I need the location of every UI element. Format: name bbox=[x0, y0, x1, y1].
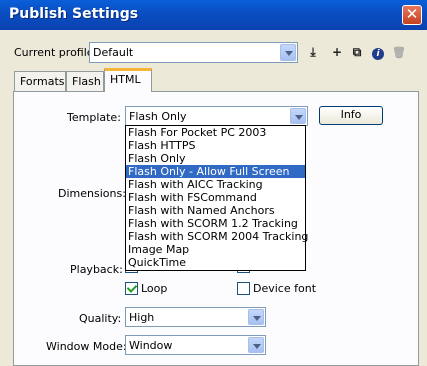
window-title: Publish Settings bbox=[9, 6, 139, 22]
tab-flash-label: Flash bbox=[72, 75, 101, 88]
profile-value: Default bbox=[93, 46, 134, 59]
close-button[interactable]: ✕ bbox=[402, 5, 422, 25]
list-item[interactable]: Flash with SCORM 1.2 Tracking bbox=[126, 217, 305, 230]
close-icon: ✕ bbox=[405, 5, 419, 23]
list-item[interactable]: Flash HTTPS bbox=[126, 139, 305, 152]
list-item[interactable]: Flash with SCORM 2004 Tracking bbox=[126, 230, 308, 243]
device-font-checkbox[interactable] bbox=[237, 282, 250, 295]
chevron-down-icon[interactable] bbox=[248, 309, 264, 325]
delete-profile-button[interactable]: 🗑 bbox=[390, 42, 408, 62]
dimensions-label: Dimensions: bbox=[58, 187, 126, 200]
list-item[interactable]: QuickTime bbox=[126, 256, 305, 269]
import-export-button[interactable]: ⤓ bbox=[304, 42, 322, 62]
window-mode-label: Window Mode: bbox=[46, 340, 127, 353]
window-mode-select[interactable]: Window bbox=[125, 335, 266, 355]
title-bar[interactable]: Publish Settings ✕ bbox=[0, 0, 427, 30]
tab-html[interactable]: HTML bbox=[104, 68, 152, 92]
publish-settings-dialog: Publish Settings ✕ Current profile: Defa… bbox=[0, 0, 427, 366]
profile-select[interactable]: Default bbox=[89, 42, 298, 63]
info-button[interactable]: Info bbox=[319, 106, 383, 125]
chevron-down-icon[interactable] bbox=[248, 337, 264, 353]
device-font-label: Device font bbox=[253, 282, 317, 295]
template-dropdown-list[interactable]: Flash For Pocket PC 2003 Flash HTTPS Fla… bbox=[125, 125, 308, 271]
list-item[interactable]: Flash Only bbox=[126, 152, 305, 165]
tab-formats[interactable]: Formats bbox=[14, 71, 66, 91]
tab-flash[interactable]: Flash bbox=[66, 71, 104, 91]
add-profile-button[interactable]: + bbox=[328, 42, 346, 62]
list-item-highlighted[interactable]: Flash Only - Allow Full Screen bbox=[126, 165, 305, 178]
list-item[interactable]: Flash with AICC Tracking bbox=[126, 178, 305, 191]
duplicate-profile-button[interactable]: ⧉ bbox=[348, 42, 366, 62]
delete-icon: 🗑 bbox=[392, 46, 406, 59]
list-item[interactable]: Image Map bbox=[126, 243, 305, 256]
add-profile-icon: + bbox=[331, 45, 343, 59]
chevron-down-icon[interactable] bbox=[280, 44, 296, 61]
loop-checkbox[interactable] bbox=[125, 282, 138, 295]
quality-label: Quality: bbox=[79, 312, 122, 325]
window-mode-value: Window bbox=[129, 339, 173, 352]
import-export-icon: ⤓ bbox=[310, 45, 316, 59]
tab-formats-label: Formats bbox=[20, 75, 65, 88]
profile-info-button[interactable]: i bbox=[369, 42, 387, 62]
list-item[interactable]: Flash with Named Anchors bbox=[126, 204, 305, 217]
tab-html-label: HTML bbox=[110, 73, 141, 86]
duplicate-profile-icon: ⧉ bbox=[352, 45, 362, 59]
quality-select[interactable]: High bbox=[125, 307, 266, 327]
chevron-down-icon[interactable] bbox=[290, 108, 306, 124]
template-value: Flash Only bbox=[129, 110, 187, 123]
loop-label: Loop bbox=[141, 282, 168, 295]
playback-label: Playback: bbox=[70, 263, 123, 276]
current-profile-label: Current profile: bbox=[14, 46, 98, 59]
template-label: Template: bbox=[67, 111, 121, 124]
list-item[interactable]: Flash with FSCommand bbox=[126, 191, 305, 204]
list-item[interactable]: Flash For Pocket PC 2003 bbox=[126, 126, 305, 139]
quality-value: High bbox=[129, 311, 155, 324]
info-icon: i bbox=[372, 48, 384, 60]
template-select[interactable]: Flash Only bbox=[125, 106, 308, 126]
